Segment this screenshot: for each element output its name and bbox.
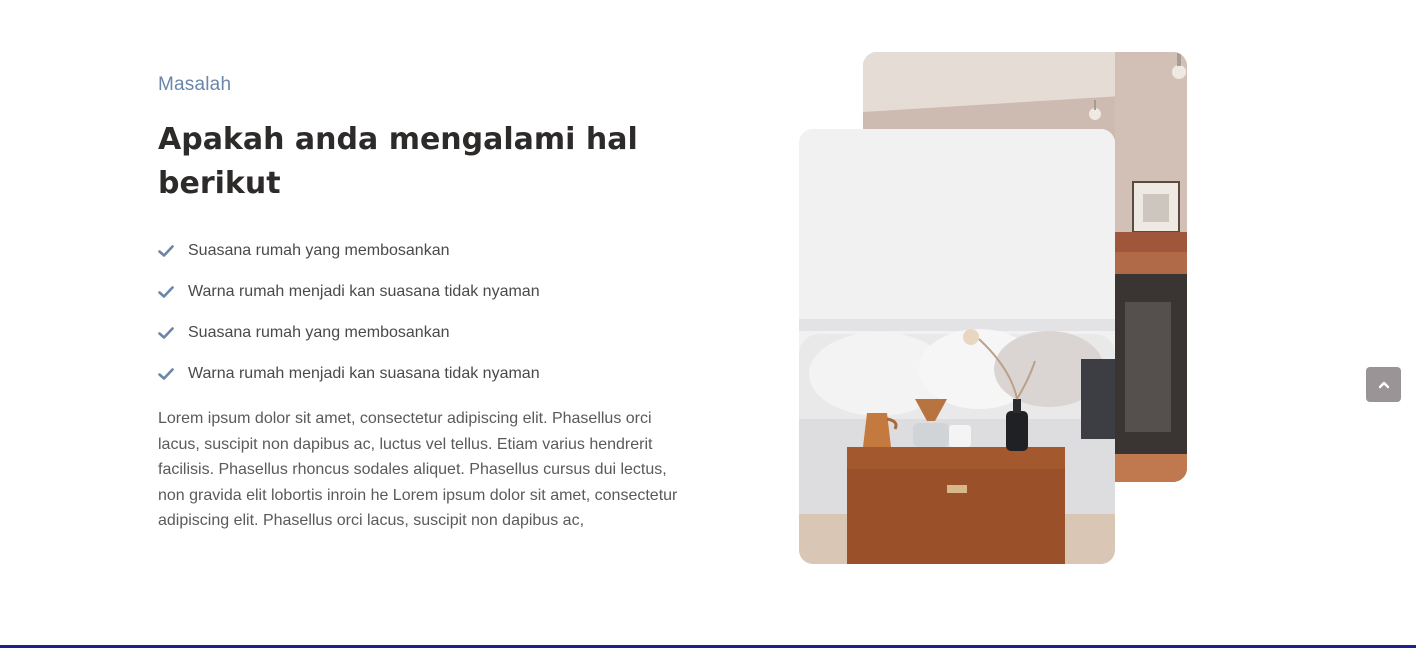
list-item-label: Suasana rumah yang membosankan: [188, 323, 450, 341]
chevron-up-icon: [1378, 376, 1390, 394]
section-title: Apakah anda mengalami hal berikut: [158, 122, 638, 201]
list-item-label: Warna rumah menjadi kan suasana tidak ny…: [188, 364, 540, 382]
list-item: Suasana rumah yang membosankan: [158, 312, 698, 353]
living-room-illustration: [799, 129, 1115, 564]
page: Masalah Apakah anda mengalami hal beriku…: [0, 0, 1416, 648]
living-room-photo-front: [799, 129, 1115, 564]
check-icon: [158, 326, 174, 340]
list-item: Warna rumah menjadi kan suasana tidak ny…: [158, 271, 698, 312]
problem-section-text: Masalah Apakah anda mengalami hal beriku…: [158, 70, 698, 534]
problem-list: Suasana rumah yang membosankan Warna rum…: [158, 230, 698, 394]
check-icon: [158, 367, 174, 381]
check-icon: [158, 285, 174, 299]
section-body-text: Lorem ipsum dolor sit amet, consectetur …: [158, 410, 678, 529]
list-item: Warna rumah menjadi kan suasana tidak ny…: [158, 353, 698, 394]
section-eyebrow: Masalah: [158, 74, 232, 95]
list-item: Suasana rumah yang membosankan: [158, 230, 698, 271]
list-item-label: Warna rumah menjadi kan suasana tidak ny…: [188, 282, 540, 300]
scroll-to-top-button[interactable]: [1366, 367, 1401, 402]
check-icon: [158, 244, 174, 258]
list-item-label: Suasana rumah yang membosankan: [188, 241, 450, 259]
